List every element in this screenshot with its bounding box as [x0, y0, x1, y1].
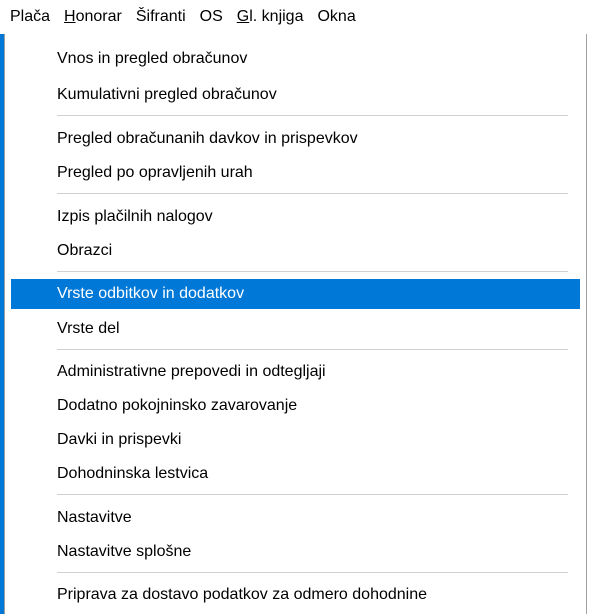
- menu-item-priprava-za-dostavo-podatkov[interactable]: Priprava za dostavo podatkov za odmero d…: [11, 580, 580, 610]
- menu-separator: [57, 271, 568, 272]
- menu-os[interactable]: OS: [193, 0, 230, 34]
- menu-bar: Plača Honorar Šifranti OS Gl. knjiga Okn…: [0, 0, 593, 34]
- menu-sifranti[interactable]: Šifranti: [129, 0, 193, 34]
- menu-honorar[interactable]: Honorar: [57, 0, 129, 34]
- menu-item-nastavitve-splosne[interactable]: Nastavitve splošne: [11, 537, 580, 567]
- menu-placa-label: Plača: [10, 8, 51, 25]
- menu-item-obrazci[interactable]: Obrazci: [11, 236, 580, 266]
- menu-item-vnos-in-pregled-obracunov[interactable]: Vnos in pregled obračunov: [11, 44, 580, 74]
- menu-item-vrste-odbitkov-in-dodatkov[interactable]: Vrste odbitkov in dodatkov: [11, 279, 580, 309]
- menu-item-vrste-del[interactable]: Vrste del: [11, 314, 580, 344]
- menu-okna-label: Okna: [317, 8, 356, 25]
- menu-os-label: OS: [199, 8, 223, 25]
- menu-separator: [57, 193, 568, 194]
- menu-separator: [57, 572, 568, 573]
- menu-separator: [57, 494, 568, 495]
- menu-gl-knjiga[interactable]: Gl. knjiga: [230, 0, 311, 34]
- menu-placa[interactable]: Plača: [0, 0, 58, 34]
- menu-item-administrativne-prepovedi[interactable]: Administrativne prepovedi in odtegljaji: [11, 357, 580, 387]
- menu-honorar-mnemonic: H: [64, 8, 76, 25]
- menu-separator: [57, 115, 568, 116]
- menu-sifranti-label: Šifranti: [135, 8, 186, 25]
- menu-item-pregled-obracunanih-davkov[interactable]: Pregled obračunanih davkov in prispevkov: [11, 124, 580, 154]
- menu-item-dodatno-pokojninsko-zavarovanje[interactable]: Dodatno pokojninsko zavarovanje: [11, 391, 580, 421]
- menu-item-pregled-po-opravljenih-urah[interactable]: Pregled po opravljenih urah: [11, 158, 580, 188]
- menu-item-davki-in-prispevki[interactable]: Davki in prispevki: [11, 425, 580, 455]
- menu-honorar-label: onorar: [75, 8, 122, 25]
- menu-item-kumulativni-pregled-obracunov[interactable]: Kumulativni pregled obračunov: [11, 80, 580, 110]
- menu-okna[interactable]: Okna: [310, 0, 362, 34]
- menu-separator: [57, 349, 568, 350]
- placa-dropdown-menu: Vnos in pregled obračunov Kumulativni pr…: [4, 34, 587, 614]
- menu-item-nastavitve[interactable]: Nastavitve: [11, 503, 580, 533]
- menu-item-izpis-placilnih-nalogov[interactable]: Izpis plačilnih nalogov: [11, 202, 580, 232]
- menu-gl-knjiga-mnemonic: G: [236, 8, 250, 25]
- menu-item-dohodninska-lestvica[interactable]: Dohodninska lestvica: [11, 459, 580, 489]
- menu-gl-knjiga-label: l. knjiga: [249, 8, 304, 25]
